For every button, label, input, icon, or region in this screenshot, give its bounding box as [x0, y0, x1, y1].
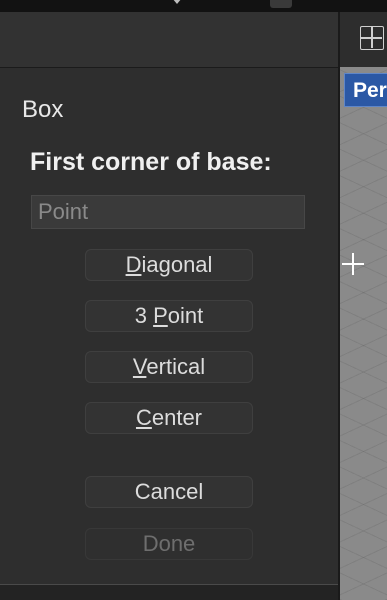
cancel-button[interactable]: Cancel [85, 476, 253, 508]
center-button[interactable]: Center [85, 402, 253, 434]
cursor-crosshair-icon [342, 253, 364, 275]
mnemonic-letter: P [153, 303, 168, 328]
command-prompt: First corner of base: [30, 148, 272, 176]
viewport-tab-perspective[interactable]: Per [344, 73, 387, 107]
mnemonic-letter: C [135, 405, 152, 430]
perspective-viewport[interactable] [340, 67, 387, 600]
mnemonic-letter: D [125, 252, 142, 277]
vertical-button[interactable]: Vertical [85, 351, 253, 383]
chevron-down-icon [172, 0, 182, 4]
dialog-title: Box [22, 96, 64, 123]
top-strip [0, 0, 387, 12]
done-button[interactable]: Done [85, 528, 253, 560]
panel-footer [0, 584, 338, 600]
window-control [270, 0, 292, 8]
3-point-button[interactable]: 3 Point [85, 300, 253, 332]
mnemonic-letter: V [132, 354, 147, 379]
diagonal-button[interactable]: Diagonal [85, 249, 253, 281]
viewport-layout-icon[interactable] [360, 26, 384, 50]
app-root: Box First corner of base: Diagonal 3 Poi… [0, 0, 387, 600]
point-input[interactable] [31, 195, 305, 229]
dialog-header-bar [0, 12, 338, 68]
